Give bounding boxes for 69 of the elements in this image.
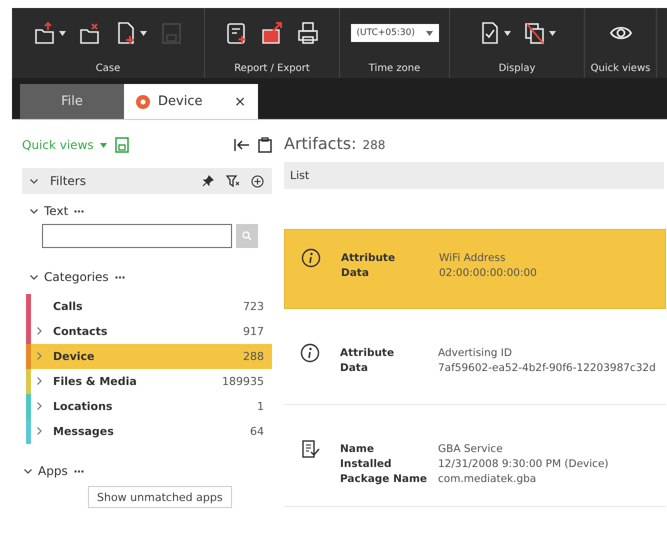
search-field[interactable] bbox=[42, 224, 232, 248]
chevron-right-icon[interactable] bbox=[37, 352, 42, 360]
chevron-right-icon[interactable] bbox=[37, 402, 42, 410]
artifact-card[interactable]: Attribute WiFi Address Data 02:00:00:00:00:00 bbox=[284, 229, 666, 309]
folder-x-icon[interactable] bbox=[78, 21, 102, 45]
pin-icon[interactable] bbox=[202, 175, 214, 187]
artifact-card[interactable]: Attribute Advertising ID Data 7af59602-ea52-4b2f-90f6-12203987c32d bbox=[284, 325, 666, 405]
tab[interactable]: File bbox=[20, 84, 124, 119]
device-icon bbox=[136, 94, 150, 108]
chevron-right-icon[interactable] bbox=[37, 427, 42, 435]
filter-icon[interactable] bbox=[226, 174, 239, 188]
filters-title: Filters bbox=[50, 174, 87, 188]
field-label: Attribute bbox=[340, 347, 396, 359]
artifact-card[interactable]: Name GBA Service Installed 12/31/2008 9:30:00 PM (Device) Package Name com.mediatek.gba bbox=[284, 421, 666, 507]
category-row[interactable]: Device 288 bbox=[26, 344, 272, 369]
field-value: GBA Service bbox=[438, 443, 504, 455]
category-row[interactable]: Calls 723 bbox=[26, 294, 272, 319]
field-label: Name bbox=[340, 443, 375, 455]
category-row[interactable]: Files & Media 189935 bbox=[26, 369, 272, 394]
show-unmatched-apps-button[interactable]: Show unmatched apps bbox=[88, 486, 232, 508]
crossed-pages-icon[interactable] bbox=[523, 21, 547, 45]
section-title: Categories bbox=[44, 270, 109, 284]
chevron-down-icon[interactable] bbox=[30, 178, 38, 184]
artifacts-count: 288 bbox=[362, 138, 386, 152]
chevron-right-icon[interactable] bbox=[37, 377, 42, 385]
caret-icon[interactable] bbox=[426, 30, 432, 36]
field-value: 12/31/2008 9:30:00 PM (Device) bbox=[438, 458, 609, 470]
field-label: Attribute bbox=[341, 252, 396, 264]
section-title: Text bbox=[44, 204, 68, 218]
field-value: com.mediatek.gba bbox=[438, 473, 538, 485]
field-label: Installed bbox=[340, 458, 393, 470]
close-tab-button[interactable]: × bbox=[234, 94, 246, 110]
group-label: Time zone bbox=[368, 63, 420, 74]
category-row[interactable]: Messages 64 bbox=[26, 419, 272, 444]
more-icon[interactable] bbox=[74, 470, 84, 472]
artifacts-title: Artifacts: bbox=[284, 134, 356, 153]
field-value: 02:00:00:00:00:00 bbox=[439, 267, 537, 279]
chevron-down-icon[interactable] bbox=[30, 208, 38, 214]
add-circle-icon[interactable] bbox=[251, 174, 264, 188]
group-label: Quick views bbox=[590, 63, 650, 74]
printer-icon[interactable] bbox=[296, 21, 320, 45]
group-label: Report / Export bbox=[234, 63, 310, 74]
document-plus-icon[interactable] bbox=[224, 21, 248, 45]
more-icon[interactable] bbox=[74, 210, 84, 212]
folder-arrow-icon[interactable] bbox=[33, 21, 57, 45]
section-title: Apps bbox=[38, 464, 68, 478]
field-label: Data bbox=[341, 267, 370, 279]
caret-icon[interactable] bbox=[140, 30, 147, 36]
caret-icon[interactable] bbox=[549, 30, 556, 36]
field-value: 7af59602-ea52-4b2f-90f6-12203987c32d bbox=[438, 362, 656, 374]
field-value: WiFi Address bbox=[439, 252, 506, 264]
caret-icon[interactable] bbox=[59, 30, 66, 36]
export-arrow-icon[interactable] bbox=[260, 21, 284, 45]
list-view-label[interactable]: List bbox=[290, 169, 310, 182]
chevron-down-icon[interactable] bbox=[24, 468, 32, 474]
more-icon[interactable] bbox=[114, 276, 125, 278]
collapse-left-icon[interactable] bbox=[234, 138, 250, 152]
field-value: Advertising ID bbox=[438, 347, 513, 359]
category-row[interactable]: Locations 1 bbox=[26, 394, 272, 419]
group-label: Display bbox=[498, 63, 536, 74]
chevron-right-icon[interactable] bbox=[37, 327, 42, 335]
tab[interactable]: Device × bbox=[124, 84, 258, 119]
caret-icon[interactable] bbox=[504, 30, 511, 36]
clipboard-icon[interactable] bbox=[258, 137, 272, 153]
time-zone-dropdown[interactable]: (UTC+05:30) bbox=[350, 24, 438, 42]
field-label: Package Name bbox=[340, 473, 428, 485]
group-label: Case bbox=[96, 63, 120, 74]
field-label: Data bbox=[340, 362, 369, 374]
chevron-down-icon[interactable] bbox=[30, 274, 38, 280]
